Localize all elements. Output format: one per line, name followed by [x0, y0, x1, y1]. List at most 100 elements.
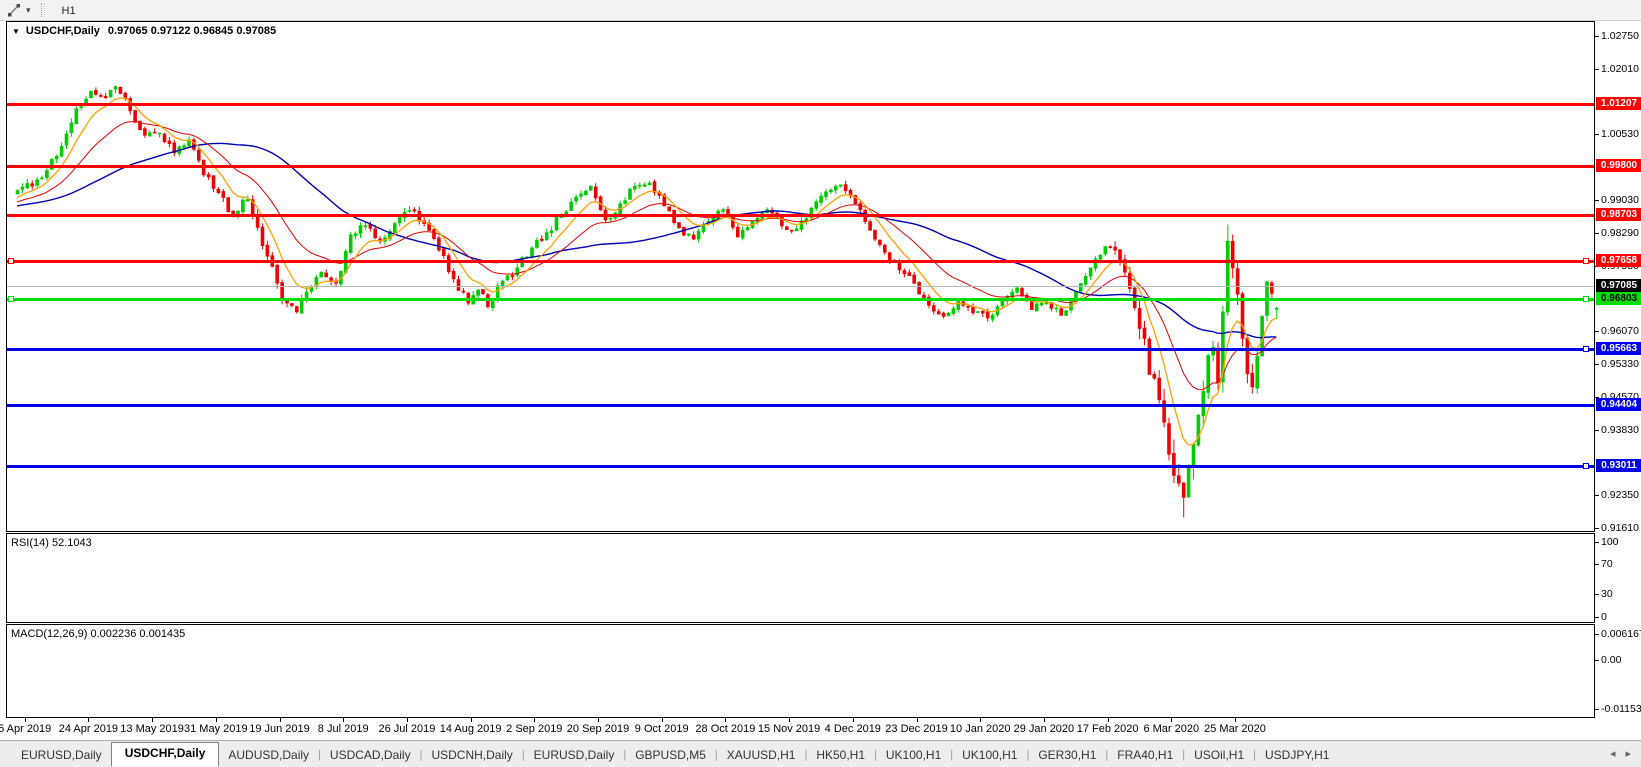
price-level-label-1.01207: 1.01207 — [1596, 97, 1641, 110]
price-tick-mark — [1595, 69, 1599, 70]
date-tick-mark — [343, 718, 344, 722]
level-handle-left-0.97658[interactable] — [8, 258, 14, 264]
date-tick-mark — [534, 718, 535, 722]
date-tick-mark — [1235, 718, 1236, 722]
chart-tab-usdchf-daily[interactable]: USDCHF,Daily — [111, 742, 220, 767]
date-label: 28 Oct 2019 — [695, 723, 755, 735]
chart-tab-usdjpy-h1[interactable]: USDJPY,H1 — [1256, 748, 1338, 762]
macd-tick-mark — [1595, 660, 1599, 661]
price-tick-mark — [1595, 528, 1599, 529]
date-label: 17 Feb 2020 — [1077, 723, 1139, 735]
macd-tick-mark — [1595, 709, 1599, 710]
tab-scroll-right-icon[interactable]: ▸ — [1625, 747, 1631, 760]
date-tick-mark — [471, 718, 472, 722]
level-handle-left-0.96803[interactable] — [8, 296, 14, 302]
price-level-line-0.96803[interactable] — [7, 298, 1594, 301]
main-chart-panel[interactable] — [6, 21, 1595, 532]
chart-tab-ger30-h1[interactable]: GER30,H1 — [1029, 748, 1105, 762]
price-level-label-0.94404: 0.94404 — [1596, 398, 1641, 411]
chart-tab-uk100-h1[interactable]: UK100,H1 — [953, 748, 1026, 762]
date-tick-mark — [280, 718, 281, 722]
chart-tab-fra40-h1[interactable]: FRA40,H1 — [1108, 748, 1182, 762]
price-level-label-0.95663: 0.95663 — [1596, 342, 1641, 355]
price-tick-label: 0.95330 — [1601, 358, 1639, 370]
chart-tab-usdcnh-daily[interactable]: USDCNH,Daily — [422, 748, 521, 762]
timeframe-button-h1[interactable]: H1 — [53, 1, 92, 22]
up-candle-bodies — [16, 87, 1278, 497]
level-handle-right-0.97658[interactable] — [1583, 258, 1589, 264]
rsi-tick-mark — [1595, 564, 1599, 565]
date-label: 9 Oct 2019 — [635, 723, 689, 735]
price-level-line-0.97658[interactable] — [7, 260, 1594, 263]
trendline-tool-icon — [6, 2, 22, 18]
chart-tab-gbpusd-m5[interactable]: GBPUSD,M5 — [626, 748, 715, 762]
macd-indicator-label: MACD(12,26,9) 0.002236 0.001435 — [11, 628, 185, 640]
price-tick-label: 1.02750 — [1601, 30, 1639, 42]
date-tick-mark — [216, 718, 217, 722]
price-level-line-0.99800[interactable] — [7, 165, 1594, 168]
date-tick-mark — [725, 718, 726, 722]
macd-panel[interactable] — [6, 624, 1595, 718]
tab-scroll-left-icon[interactable]: ◂ — [1610, 747, 1616, 760]
chart-tab-audusd-daily[interactable]: AUDUSD,Daily — [219, 748, 318, 762]
price-tick-label: 1.00530 — [1601, 128, 1639, 140]
date-tick-mark — [1044, 718, 1045, 722]
rsi-tick-label: 70 — [1601, 558, 1613, 570]
chart-tab-usdcad-daily[interactable]: USDCAD,Daily — [321, 748, 420, 762]
date-tick-mark — [598, 718, 599, 722]
price-tick-label: 0.99030 — [1601, 194, 1639, 206]
date-tick-mark — [980, 718, 981, 722]
toolbar-grip[interactable] — [41, 3, 45, 17]
level-handle-right-0.96803[interactable] — [1583, 296, 1589, 302]
rsi-tick-mark — [1595, 542, 1599, 543]
price-level-line-0.98703[interactable] — [7, 214, 1594, 217]
price-level-line-1.01207[interactable] — [7, 103, 1594, 106]
price-level-line-0.95663[interactable] — [7, 348, 1594, 351]
chart-tab-uk100-h1[interactable]: UK100,H1 — [877, 748, 950, 762]
date-tick-mark — [1108, 718, 1109, 722]
date-label: 8 Jul 2019 — [318, 723, 369, 735]
toolbar: ▾ M1M5M15M30H1H4D1W1MN — [0, 0, 1641, 21]
date-label: 26 Jul 2019 — [378, 723, 435, 735]
macd-tick-mark — [1595, 634, 1599, 635]
chart-tab-eurusd-daily[interactable]: EURUSD,Daily — [12, 748, 111, 762]
collapse-icon[interactable]: ▼ — [12, 27, 20, 36]
rsi-tick-label: 30 — [1601, 588, 1613, 600]
date-tick-mark — [1171, 718, 1172, 722]
price-tick-label: 0.91610 — [1601, 522, 1639, 534]
chart-tab-xauusd-h1[interactable]: XAUUSD,H1 — [718, 748, 805, 762]
level-handle-right-0.95663[interactable] — [1583, 346, 1589, 352]
rsi-tick-mark — [1595, 617, 1599, 618]
date-label: 10 Jan 2020 — [950, 723, 1011, 735]
price-tick-mark — [1595, 200, 1599, 201]
date-label: 31 May 2019 — [184, 723, 248, 735]
price-tick-mark — [1595, 134, 1599, 135]
rsi-tick-label: 0 — [1601, 611, 1607, 623]
price-tick-mark — [1595, 331, 1599, 332]
date-tick-mark — [917, 718, 918, 722]
price-tick-label: 1.02010 — [1601, 63, 1639, 75]
price-tick-mark — [1595, 233, 1599, 234]
date-label: 25 Mar 2020 — [1204, 723, 1266, 735]
price-tick-mark — [1595, 430, 1599, 431]
price-level-line-0.94404[interactable] — [7, 404, 1594, 407]
chart-tab-eurusd-daily[interactable]: EURUSD,Daily — [525, 748, 624, 762]
current-price-line — [7, 286, 1594, 287]
date-label: 15 Nov 2019 — [758, 723, 820, 735]
price-level-line-0.93011[interactable] — [7, 465, 1594, 468]
chart-tab-hk50-h1[interactable]: HK50,H1 — [807, 748, 874, 762]
macd-tick-label: 0.00 — [1601, 654, 1621, 666]
date-label: 6 Mar 2020 — [1143, 723, 1199, 735]
price-level-label-0.96803: 0.96803 — [1596, 292, 1641, 305]
price-level-label-0.97658: 0.97658 — [1596, 254, 1641, 267]
price-tick-label: 0.98290 — [1601, 227, 1639, 239]
macd-tick-label: 0.006167 — [1601, 628, 1641, 640]
chart-tab-usoil-h1[interactable]: USOil,H1 — [1185, 748, 1253, 762]
level-handle-right-0.93011[interactable] — [1583, 463, 1589, 469]
date-label: 24 Apr 2019 — [59, 723, 118, 735]
draw-tool-button[interactable]: ▾ — [0, 0, 35, 21]
date-label: 23 Dec 2019 — [885, 723, 947, 735]
rsi-panel[interactable] — [6, 533, 1595, 623]
date-tick-mark — [88, 718, 89, 722]
rsi-tick-label: 100 — [1601, 536, 1619, 548]
